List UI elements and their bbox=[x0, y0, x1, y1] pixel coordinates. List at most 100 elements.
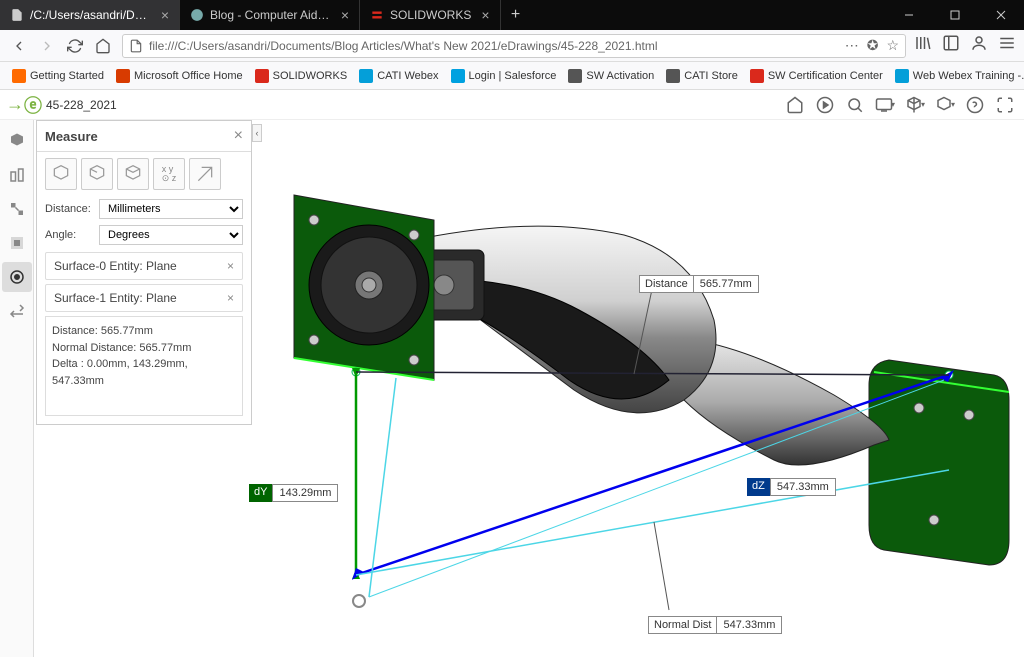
main-area: Distance 565.77mm dY 143.29mm dZ 547.33m… bbox=[0, 120, 1024, 657]
bookmark-item[interactable]: SW Certification Center bbox=[746, 67, 887, 85]
dz-label: dZ bbox=[747, 478, 770, 496]
bookmark-item[interactable]: SOLIDWORKS bbox=[251, 67, 352, 85]
measure-xyz-button[interactable]: x y⊙ z bbox=[153, 158, 185, 190]
browser-tab-2[interactable]: Blog - Computer Aided Techno × bbox=[180, 0, 360, 30]
entity-text: Surface-0 Entity: Plane bbox=[54, 259, 177, 273]
fullscreen-button[interactable] bbox=[992, 92, 1018, 118]
result-normal: Normal Distance: 565.77mm bbox=[52, 340, 236, 357]
browser-tab-1[interactable]: /C:/Users/asandri/Documents/Blog × bbox=[0, 0, 180, 30]
distance-callout: Distance 565.77mm bbox=[639, 275, 759, 293]
window-titlebar: /C:/Users/asandri/Documents/Blog × Blog … bbox=[0, 0, 1024, 30]
close-icon[interactable]: × bbox=[234, 127, 243, 145]
dy-value: 143.29mm bbox=[272, 484, 338, 502]
forward-button[interactable] bbox=[36, 35, 58, 57]
remove-selection-icon[interactable]: × bbox=[227, 259, 234, 273]
window-controls bbox=[886, 0, 1024, 30]
close-icon[interactable]: × bbox=[161, 7, 169, 23]
angle-unit-label: Angle: bbox=[45, 229, 95, 241]
tab-label: SOLIDWORKS bbox=[390, 8, 471, 22]
measure-mode-buttons: x y⊙ z bbox=[37, 152, 251, 196]
bookmark-star-icon[interactable]: ☆ bbox=[886, 37, 899, 54]
menu-icon[interactable] bbox=[998, 34, 1016, 57]
file-icon bbox=[10, 8, 24, 22]
reload-button[interactable] bbox=[64, 35, 86, 57]
tab-label: /C:/Users/asandri/Documents/Blog bbox=[30, 8, 151, 22]
new-tab-button[interactable]: + bbox=[501, 0, 531, 30]
minimize-button[interactable] bbox=[886, 0, 932, 30]
measure-panel-header: Measure × bbox=[37, 121, 251, 152]
zoom-fit-button[interactable] bbox=[842, 92, 868, 118]
stamp-tool[interactable] bbox=[2, 228, 32, 258]
left-toolbar bbox=[0, 120, 34, 657]
sidebar-icon[interactable] bbox=[942, 34, 960, 57]
url-text: file:///C:/Users/asandri/Documents/Blog … bbox=[149, 39, 839, 53]
browser-tabs: /C:/Users/asandri/Documents/Blog × Blog … bbox=[0, 0, 531, 30]
measure-point-button[interactable] bbox=[45, 158, 77, 190]
move-tool[interactable] bbox=[2, 296, 32, 326]
bookmark-label: Login | Salesforce bbox=[469, 70, 557, 82]
reader-icon[interactable]: ✪ bbox=[867, 37, 879, 54]
selection-entity-1: Surface-0 Entity: Plane × bbox=[45, 252, 243, 280]
bookmark-label: Getting Started bbox=[30, 70, 104, 82]
normal-dist-callout: Normal Dist 547.33mm bbox=[648, 616, 782, 634]
library-icon[interactable] bbox=[914, 34, 932, 57]
bookmark-item[interactable]: SW Activation bbox=[564, 67, 658, 85]
result-delta: Delta : 0.00mm, 143.29mm, 547.33mm bbox=[52, 356, 236, 389]
back-button[interactable] bbox=[8, 35, 30, 57]
measure-face-button[interactable] bbox=[117, 158, 149, 190]
section-view-button[interactable]: ▾ bbox=[932, 92, 958, 118]
panel-collapse-handle[interactable]: ‹ bbox=[252, 124, 262, 142]
bookmark-label: CATI Store bbox=[684, 70, 738, 82]
components-tool[interactable] bbox=[2, 126, 32, 156]
account-icon[interactable] bbox=[970, 34, 988, 57]
url-input[interactable]: file:///C:/Users/asandri/Documents/Blog … bbox=[122, 34, 906, 58]
bookmark-item[interactable]: CATI Store bbox=[662, 67, 742, 85]
bookmarks-bar: Getting Started Microsoft Office Home SO… bbox=[0, 62, 1024, 90]
edrawings-toolbar: ▾ ▾ ▾ bbox=[782, 92, 1018, 118]
bookmark-label: Web Webex Training -... bbox=[913, 70, 1024, 82]
measure-clear-button[interactable] bbox=[189, 158, 221, 190]
distance-unit-select[interactable]: Millimeters bbox=[99, 199, 243, 219]
url-actions: ⋯ ✪ ☆ bbox=[845, 37, 899, 54]
bookmark-item[interactable]: CATI Webex bbox=[355, 67, 442, 85]
bookmark-item[interactable]: Microsoft Office Home bbox=[112, 67, 247, 85]
angle-unit-select[interactable]: Degrees bbox=[99, 225, 243, 245]
measure-results: Distance: 565.77mm Normal Distance: 565.… bbox=[45, 316, 243, 416]
measure-panel: Measure × x y⊙ z Distance: Millimeters A… bbox=[36, 120, 252, 425]
more-url-icon[interactable]: ⋯ bbox=[845, 37, 859, 54]
edrawings-logo-icon: →ⓔ bbox=[6, 92, 42, 118]
measure-panel-title: Measure bbox=[45, 129, 234, 144]
remove-selection-icon[interactable]: × bbox=[227, 291, 234, 305]
browser-tab-3[interactable]: SOLIDWORKS × bbox=[360, 0, 501, 30]
toolbar-right bbox=[914, 34, 1016, 57]
measure-tool[interactable] bbox=[2, 262, 32, 292]
angle-unit-field: Angle: Degrees bbox=[37, 222, 251, 248]
dz-callout: dZ 547.33mm bbox=[747, 478, 836, 496]
view-orientation-button[interactable]: ▾ bbox=[902, 92, 928, 118]
selection-entity-2: Surface-1 Entity: Plane × bbox=[45, 284, 243, 312]
close-window-button[interactable] bbox=[978, 0, 1024, 30]
entity-text: Surface-1 Entity: Plane bbox=[54, 291, 177, 305]
maximize-button[interactable] bbox=[932, 0, 978, 30]
solidworks-icon bbox=[370, 8, 384, 22]
page-info-icon bbox=[129, 39, 143, 53]
close-icon[interactable]: × bbox=[481, 7, 489, 23]
display-style-button[interactable]: ▾ bbox=[872, 92, 898, 118]
bookmark-item[interactable]: Getting Started bbox=[8, 67, 108, 85]
markup-tool[interactable] bbox=[2, 194, 32, 224]
bookmark-label: SOLIDWORKS bbox=[273, 70, 348, 82]
bookmark-item[interactable]: Web Webex Training -... bbox=[891, 67, 1024, 85]
globe-icon bbox=[190, 8, 204, 22]
nav-buttons bbox=[8, 35, 114, 57]
distance-label: Distance bbox=[639, 275, 693, 293]
measure-edge-button[interactable] bbox=[81, 158, 113, 190]
bookmark-label: SW Certification Center bbox=[768, 70, 883, 82]
bookmark-item[interactable]: Login | Salesforce bbox=[447, 67, 561, 85]
close-icon[interactable]: × bbox=[341, 7, 349, 23]
help-button[interactable] bbox=[962, 92, 988, 118]
home-view-button[interactable] bbox=[782, 92, 808, 118]
play-button[interactable] bbox=[812, 92, 838, 118]
mass-props-tool[interactable] bbox=[2, 160, 32, 190]
result-distance: Distance: 565.77mm bbox=[52, 323, 236, 340]
home-button[interactable] bbox=[92, 35, 114, 57]
